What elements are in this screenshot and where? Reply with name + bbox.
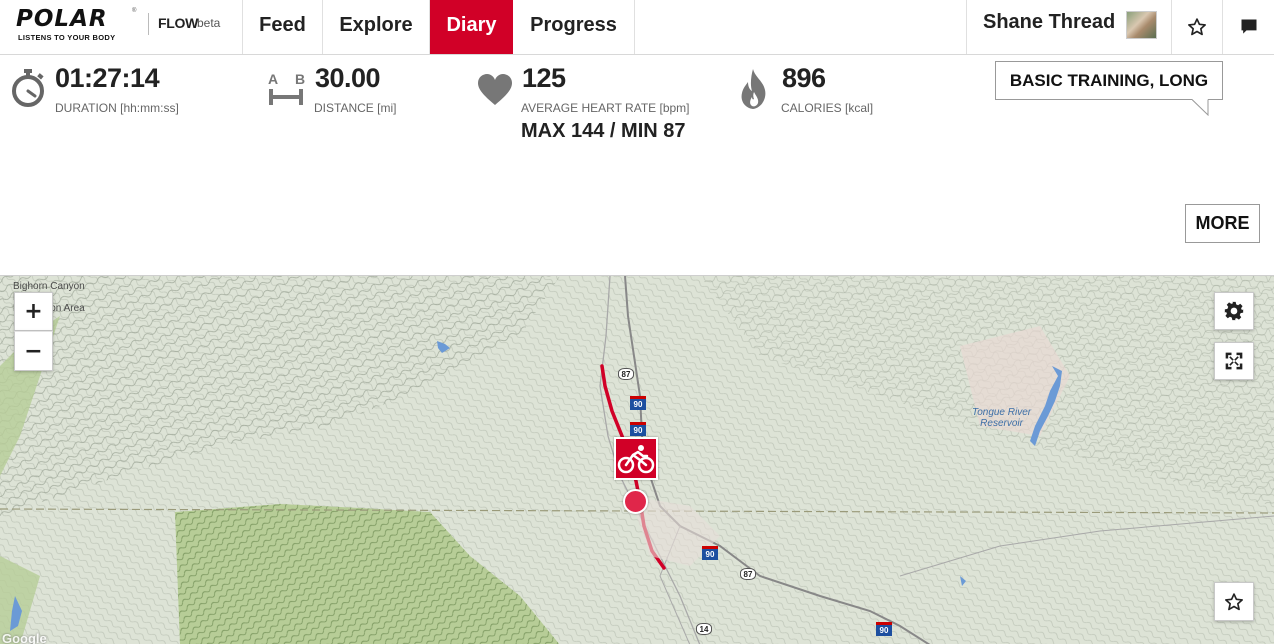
nav-tab-feed[interactable]: Feed xyxy=(243,0,323,54)
nav-tab-explore[interactable]: Explore xyxy=(323,0,430,54)
star-icon xyxy=(1225,592,1243,610)
map-fullscreen-button[interactable] xyxy=(1214,342,1254,380)
logo-tagline: LISTENS TO YOUR BODY xyxy=(18,33,116,42)
messages-button[interactable] xyxy=(1223,0,1274,54)
highway-shield-i90-north: 90 xyxy=(630,396,646,410)
heart-rate-max-min: MAX 144 / MIN 87 xyxy=(521,120,686,142)
distance-bar-graphic xyxy=(269,89,303,105)
user-name[interactable]: Shane Thread xyxy=(983,11,1115,34)
message-icon xyxy=(1241,19,1256,34)
heart-rate-value: 125 xyxy=(522,63,566,93)
heart-icon xyxy=(478,74,512,105)
favorites-button[interactable] xyxy=(1172,0,1223,54)
calories-value: 896 xyxy=(782,63,826,93)
product-name: FLOW xyxy=(158,15,199,31)
duration-value: 01:27:14 xyxy=(55,63,160,93)
distance-label: DISTANCE [mi] xyxy=(314,101,397,115)
zoom-in-button[interactable]: + xyxy=(14,292,53,331)
flame-icon xyxy=(741,69,766,109)
top-navigation-bar: POLAR ® LISTENS TO YOUR BODY FLOW beta F… xyxy=(0,0,1274,55)
duration-label: DURATION [hh:mm:ss] xyxy=(55,101,179,115)
more-button[interactable]: MORE xyxy=(1185,204,1260,243)
highway-shield-i90-east: 90 xyxy=(876,622,892,636)
highway-shield-i90-mid: 90 xyxy=(630,422,646,436)
sport-profile-tag[interactable]: BASIC TRAINING, LONG xyxy=(995,61,1223,100)
distance-icon-b: B xyxy=(295,71,306,87)
zoom-out-button[interactable]: − xyxy=(14,331,53,371)
logo-registered-mark: ® xyxy=(132,8,137,14)
map-favorite-button[interactable] xyxy=(1214,582,1254,621)
logo-wordmark: POLAR xyxy=(16,6,108,32)
distance-icon-a: A xyxy=(268,71,279,87)
highway-shield-us14: 14 xyxy=(696,623,712,635)
gear-icon xyxy=(1224,301,1244,321)
polar-flow-logo[interactable]: POLAR ® LISTENS TO YOUR BODY FLOW beta xyxy=(0,0,243,54)
calories-label: CALORIES [kcal] xyxy=(781,101,874,115)
product-beta-label: beta xyxy=(197,16,221,30)
highway-shield-i90-south: 90 xyxy=(702,546,718,560)
highway-shield-us87-north: 87 xyxy=(618,368,634,380)
route-start-marker[interactable] xyxy=(623,489,648,514)
highway-shield-us87-south: 87 xyxy=(740,568,756,580)
distance-value: 30.00 xyxy=(315,63,381,93)
nav-tab-progress[interactable]: Progress xyxy=(513,0,635,54)
map-settings-button[interactable] xyxy=(1214,292,1254,330)
sport-tag-pointer xyxy=(1192,99,1209,116)
stopwatch-icon xyxy=(12,69,44,107)
nav-tab-diary[interactable]: Diary xyxy=(430,0,513,54)
map-label-tongue-river: Tongue River Reservoir xyxy=(972,407,1032,429)
logo-divider xyxy=(148,13,149,35)
distance-ab-icon: A B xyxy=(266,71,306,107)
fullscreen-icon xyxy=(1225,352,1243,370)
sport-marker-cycling[interactable] xyxy=(614,437,658,480)
star-icon xyxy=(1188,18,1206,36)
cycling-icon xyxy=(617,444,655,473)
heart-rate-label: AVERAGE HEART RATE [bpm] xyxy=(521,101,690,115)
avatar[interactable] xyxy=(1126,11,1157,39)
user-menu[interactable]: Shane Thread xyxy=(966,0,1172,54)
map-attribution[interactable]: Google xyxy=(2,631,47,644)
